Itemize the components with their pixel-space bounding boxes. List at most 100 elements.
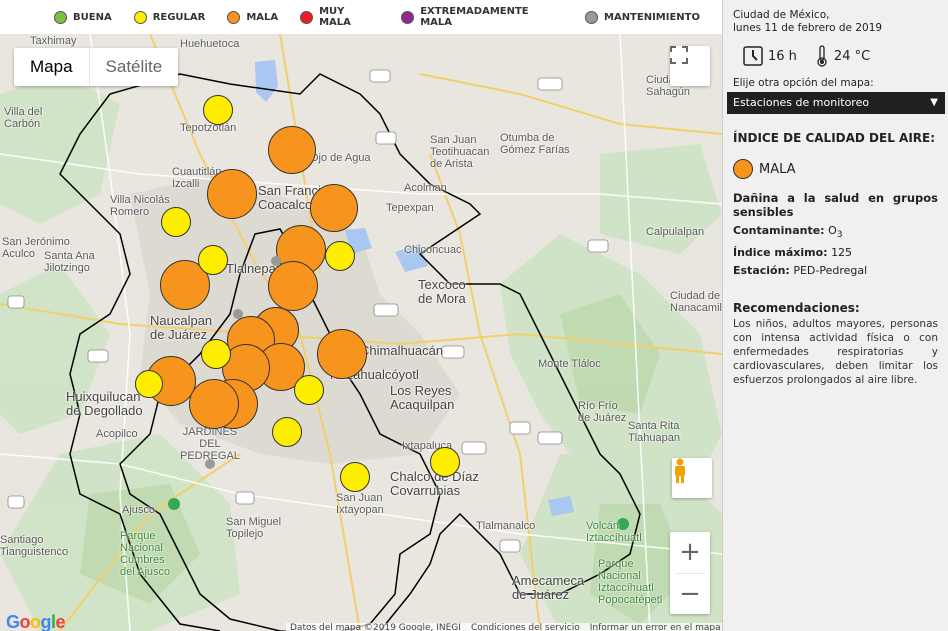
- contaminant-value: O: [828, 224, 837, 237]
- status-dot-icon: [733, 159, 753, 179]
- station-marker-mala[interactable]: [268, 126, 316, 174]
- station-marker-regular[interactable]: [198, 245, 228, 275]
- legend-dot-icon: [300, 10, 314, 24]
- map-label-chiconcuac: Chiconcuac: [404, 244, 462, 256]
- map-label-taxhimay: Taxhimay: [30, 35, 77, 47]
- map-label-calpulalpan: Calpulalpan: [646, 226, 705, 238]
- station-marker-mala[interactable]: [317, 329, 367, 379]
- map-type-map-button[interactable]: Mapa: [14, 48, 89, 86]
- station-marker-regular[interactable]: [203, 95, 233, 125]
- station-marker-regular[interactable]: [201, 339, 231, 369]
- station-marker-regular[interactable]: [340, 462, 370, 492]
- station-marker-regular[interactable]: [430, 447, 460, 477]
- map-type-satellite-button[interactable]: Satélite: [88, 48, 179, 86]
- map-attribution: Datos del mapa ©2019 Google, INEGI Condic…: [286, 623, 722, 631]
- map-option-label: Elije otra opción del mapa:: [733, 77, 874, 89]
- legend-item: MANTENIMIENTO: [585, 10, 700, 24]
- legend-dot-icon: [401, 10, 415, 24]
- map-label-huehuetoca: Huehuetoca: [180, 38, 240, 50]
- map-label-jiloteingo: Santa Ana Jilotzingo: [44, 250, 95, 274]
- google-logo-letter: o: [30, 612, 41, 631]
- map-label-parque-izta: Parque Nacional Iztaccíhuatl Popocatépet…: [598, 558, 663, 606]
- max-index-value: 125: [831, 246, 853, 260]
- station-value: PED-Pedregal: [793, 264, 868, 278]
- station-marker-regular[interactable]: [325, 241, 355, 271]
- map-label-jardines: JARDINES DEL PEDREGAL: [180, 426, 240, 462]
- legend-item: EXTREMADAMENTE MALA: [401, 6, 563, 28]
- station-marker-mala[interactable]: [310, 184, 358, 232]
- map-label-monte-tlaloc: Monte Tláloc: [538, 358, 601, 370]
- map-label-amecameca: Amecameca de Juárez: [512, 573, 585, 602]
- map-label-chimalhuacan: Chimalhuacán: [360, 343, 444, 358]
- max-index-label: Índice máximo:: [733, 246, 828, 260]
- google-logo-letter: G: [6, 612, 20, 631]
- air-quality-legend: BUENA REGULAR MALA MUY MALA EXTREMADAMENTE M…: [0, 0, 722, 34]
- google-logo-letter: o: [19, 612, 31, 631]
- air-quality-index-title: ÍNDICE DE CALIDAD DEL AIRE:: [733, 131, 936, 145]
- status-label: MALA: [759, 161, 796, 177]
- station-marker-mantenimiento[interactable]: [205, 459, 215, 469]
- google-logo-letter: e: [55, 612, 66, 631]
- map-label-tepotzotlan: Tepotzotlán: [180, 122, 237, 134]
- map-label-huixquilucan: Huixquilucan de Degollado: [66, 389, 143, 418]
- city-name: Ciudad de México,: [733, 9, 830, 21]
- map-label-los-reyes: Los Reyes Acaquilpan: [390, 383, 455, 412]
- station-marker-mantenimiento[interactable]: [271, 256, 281, 266]
- station-marker-regular[interactable]: [272, 417, 302, 447]
- map-label-volcan: Volcán Iztaccíhuatl: [586, 520, 642, 544]
- zoom-control[interactable]: + −: [670, 532, 710, 614]
- map-label-tlalmanalco: Tlalmanalco: [476, 520, 536, 532]
- legend-label: EXTREMADAMENTE MALA: [420, 6, 529, 28]
- info-panel: Ciudad de México, lunes 11 de febrero de…: [722, 0, 948, 631]
- recommendations-title: Recomendaciones:: [733, 301, 860, 316]
- thermometer-icon: [817, 45, 827, 67]
- legend-label: MALA: [246, 11, 279, 23]
- recommendations-text: Los niños, adultos mayores, personas con…: [733, 318, 938, 387]
- station-marker-regular[interactable]: [294, 375, 324, 405]
- temperature-readout: 24 °C: [815, 45, 870, 67]
- street-view-button[interactable]: [672, 458, 712, 498]
- map-label-texcoco: Texcoco de Mora: [418, 277, 466, 306]
- map-label-otumba: Otumba de Gómez Farías: [500, 132, 570, 156]
- map-type-control[interactable]: Mapa Satélite: [14, 48, 179, 86]
- legend-label: MUY MALA: [319, 6, 351, 28]
- hour-readout: 16 h: [743, 46, 797, 66]
- map-label-acolman: Acolman: [404, 182, 447, 194]
- legend-item: BUENA: [54, 10, 112, 24]
- hour-value: 16 h: [768, 48, 797, 64]
- map-label-naucalpan: Naucalpan de Juárez: [150, 313, 213, 342]
- map-option-select[interactable]: Estaciones de monitoreo ▼: [727, 92, 945, 114]
- station-marker-mala[interactable]: [207, 169, 257, 219]
- contaminant-row: Contaminante: O3: [733, 224, 938, 241]
- map-label-san-juan-arista: San Juan Teotihuacan de Arista: [430, 134, 490, 170]
- station-marker-mantenimiento[interactable]: [233, 309, 243, 319]
- station-row: Estación: PED-Pedregal: [733, 264, 938, 277]
- station-marker-mala[interactable]: [189, 379, 239, 429]
- station-marker-regular[interactable]: [135, 370, 163, 398]
- zoom-out-button[interactable]: −: [670, 573, 710, 614]
- legend-label: BUENA: [73, 11, 112, 23]
- attribution-item[interactable]: Condiciones del servicio: [471, 623, 580, 631]
- legend-dot-icon: [227, 10, 241, 24]
- temperature-value: 24 °C: [833, 48, 871, 64]
- map-label-tepexpan: Tepexpan: [386, 202, 434, 214]
- station-marker-regular[interactable]: [161, 207, 191, 237]
- map-label-santiago: Santiago Tianguistenco: [0, 534, 69, 558]
- map-label-villa-nicolas: Villa Nicolás Romero: [110, 194, 170, 218]
- map-label-acopilco: Acopilco: [96, 428, 138, 440]
- station-marker-mala[interactable]: [268, 261, 318, 311]
- location-date: Ciudad de México, lunes 11 de febrero de…: [733, 9, 938, 35]
- google-logo-letter: g: [40, 612, 52, 631]
- map-canvas[interactable]: Taxhimay Huehuetoca Villa del Carbón Tepotz…: [0, 34, 722, 631]
- legend-item: REGULAR: [133, 10, 206, 24]
- legend-dot-icon: [133, 10, 147, 24]
- contaminant-label: Contaminante:: [733, 224, 825, 237]
- map-label-rio-frio: Río Frío de Juárez: [578, 400, 627, 424]
- map-label-san-miguel: San Miguel Topilejo: [226, 516, 282, 540]
- fullscreen-icon: [670, 46, 688, 64]
- map-label-villa-carbon: Villa del Carbón: [4, 106, 43, 130]
- legend-label: REGULAR: [152, 11, 206, 23]
- fullscreen-button[interactable]: [670, 46, 710, 86]
- attribution-item[interactable]: Informar un error en el mapa: [590, 623, 721, 631]
- zoom-in-button[interactable]: +: [670, 532, 710, 573]
